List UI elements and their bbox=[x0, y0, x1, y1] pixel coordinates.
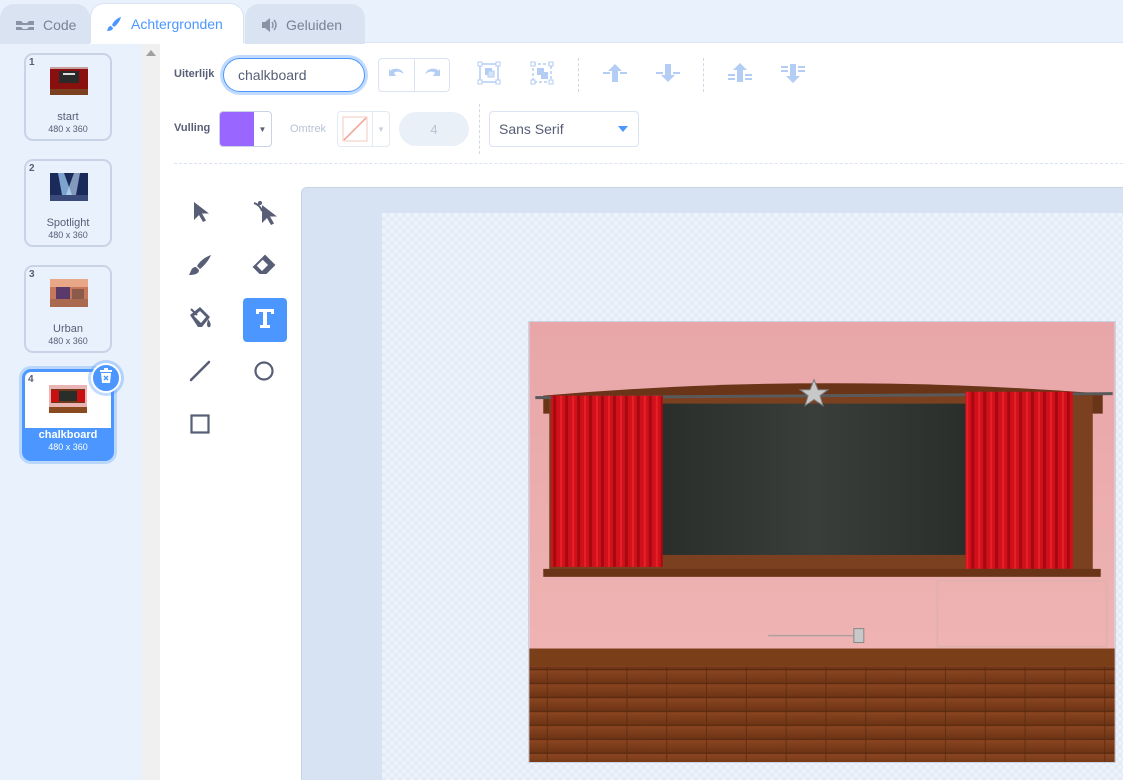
front-button[interactable] bbox=[725, 60, 755, 90]
undo-icon bbox=[388, 66, 406, 85]
toolbar-separator bbox=[703, 58, 704, 92]
no-color-icon bbox=[342, 116, 368, 142]
editor-tab-bar: Code Achtergronden Geluiden bbox=[0, 0, 1123, 44]
backdrop-thumbnail bbox=[49, 385, 87, 413]
text-t-icon bbox=[253, 306, 277, 335]
delete-backdrop-button[interactable] bbox=[91, 363, 121, 393]
fill-label: Vulling bbox=[174, 122, 211, 134]
outline-color-picker[interactable]: ▼ bbox=[337, 111, 390, 147]
fill-color-swatch bbox=[220, 112, 254, 146]
group-icon bbox=[477, 61, 501, 90]
costume-name-field[interactable] bbox=[223, 58, 365, 92]
scroll-up-icon[interactable] bbox=[146, 50, 156, 56]
eraser-icon bbox=[251, 253, 277, 282]
backdrop-number: 3 bbox=[29, 269, 35, 280]
circle-tool-button[interactable] bbox=[242, 351, 286, 395]
costume-name-label: Uiterlijk bbox=[174, 68, 215, 80]
tab-sounds-label: Geluiden bbox=[286, 16, 343, 33]
outline-dropdown-caret: ▼ bbox=[372, 112, 389, 146]
redo-icon bbox=[423, 66, 441, 85]
backdrop-number: 4 bbox=[28, 374, 34, 385]
backdrop-number: 2 bbox=[29, 163, 35, 174]
backdrop-name: Spotlight bbox=[46, 217, 90, 229]
backdrop-number: 1 bbox=[29, 57, 35, 68]
forward-button[interactable] bbox=[600, 60, 630, 90]
paint-canvas-area[interactable] bbox=[301, 187, 1123, 780]
circle-icon bbox=[252, 359, 276, 388]
reshape-icon bbox=[251, 199, 277, 230]
tab-backdrops-label: Achtergronden bbox=[131, 15, 223, 32]
speaker-icon bbox=[260, 17, 278, 33]
rectangle-icon bbox=[188, 412, 212, 441]
arrow-up-icon bbox=[602, 61, 628, 90]
undo-button[interactable] bbox=[379, 59, 414, 91]
brush-icon bbox=[187, 253, 213, 282]
arrow-down-icon bbox=[655, 61, 681, 90]
backdrop-item-start[interactable]: 1 start 480 x 360 bbox=[24, 53, 112, 141]
outline-width-field[interactable]: 4 bbox=[399, 112, 469, 146]
backdrop-list-scrollbar[interactable] bbox=[142, 44, 160, 780]
redo-button[interactable] bbox=[414, 59, 449, 91]
brush-tool-button[interactable] bbox=[178, 245, 222, 289]
line-icon bbox=[188, 359, 212, 388]
toolbar-divider bbox=[174, 163, 1123, 164]
backdrop-thumbnail bbox=[50, 173, 88, 201]
select-arrow-icon bbox=[189, 200, 211, 229]
arrow-to-bottom-icon bbox=[780, 61, 806, 90]
fill-dropdown-caret: ▼ bbox=[258, 124, 267, 134]
backdrop-name: chalkboard bbox=[38, 429, 98, 441]
toolbar-separator bbox=[578, 58, 579, 92]
fill-tool-button[interactable] bbox=[178, 298, 222, 342]
rectangle-tool-button[interactable] bbox=[178, 404, 222, 448]
backdrop-item-spotlight[interactable]: 2 Spotlight 480 x 360 bbox=[24, 159, 112, 247]
chevron-down-icon bbox=[618, 126, 628, 132]
tab-code[interactable]: Code bbox=[0, 4, 90, 44]
font-dropdown[interactable]: Sans Serif bbox=[489, 111, 639, 147]
backward-button[interactable] bbox=[653, 60, 683, 90]
ungroup-icon bbox=[530, 61, 554, 90]
reshape-tool-button[interactable] bbox=[242, 192, 286, 236]
backdrop-size: 480 x 360 bbox=[48, 230, 88, 240]
code-icon bbox=[15, 18, 35, 32]
back-button[interactable] bbox=[778, 60, 808, 90]
select-tool-button[interactable] bbox=[178, 192, 222, 236]
toolbar-separator bbox=[479, 104, 480, 154]
paint-bucket-icon bbox=[186, 305, 214, 336]
ungroup-button[interactable] bbox=[527, 60, 557, 90]
fill-color-picker[interactable]: ▼ bbox=[219, 111, 272, 147]
backdrop-thumbnail bbox=[50, 67, 88, 95]
backdrop-size: 480 x 360 bbox=[48, 442, 88, 452]
brush-icon bbox=[105, 15, 123, 33]
trash-icon bbox=[99, 367, 113, 389]
undo-redo-group bbox=[378, 58, 450, 92]
backdrop-size: 480 x 360 bbox=[48, 336, 88, 346]
outline-color-swatch bbox=[338, 112, 372, 146]
tab-code-label: Code bbox=[43, 16, 77, 33]
backdrop-size: 480 x 360 bbox=[48, 124, 88, 134]
backdrop-name: start bbox=[57, 111, 79, 123]
font-dropdown-value: Sans Serif bbox=[499, 121, 564, 137]
eraser-tool-button[interactable] bbox=[242, 245, 286, 289]
chalkboard-backdrop-image[interactable] bbox=[528, 321, 1116, 763]
backdrop-item-urban[interactable]: 3 Urban 480 x 360 bbox=[24, 265, 112, 353]
text-tool-button[interactable] bbox=[243, 298, 287, 342]
line-tool-button[interactable] bbox=[178, 351, 222, 395]
tab-backdrops[interactable]: Achtergronden bbox=[90, 3, 244, 43]
outline-label: Omtrek bbox=[290, 123, 327, 135]
arrow-to-top-icon bbox=[727, 61, 753, 90]
group-button[interactable] bbox=[474, 60, 504, 90]
backdrop-name: Urban bbox=[53, 323, 83, 335]
tab-sounds[interactable]: Geluiden bbox=[245, 4, 365, 44]
backdrop-thumbnail bbox=[50, 279, 88, 307]
